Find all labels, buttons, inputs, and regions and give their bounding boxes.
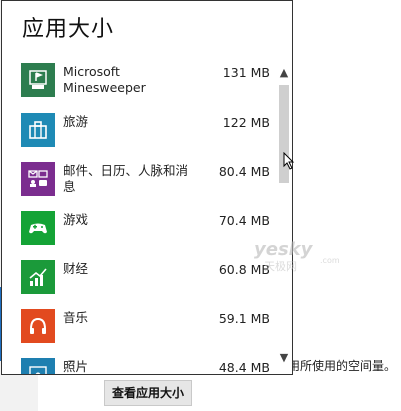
app-size: 48.4 MB [218, 360, 270, 375]
view-app-sizes-button[interactable]: 查看应用大小 [104, 380, 192, 406]
scroll-down-arrow-icon[interactable]: ▼ [276, 350, 292, 366]
minesweeper-tile [21, 63, 55, 97]
vertical-scrollbar[interactable]: ▲ ▼ [276, 63, 292, 368]
app-row-mail-calendar-people-messaging[interactable]: 邮件、日历、人脉和消息 80.4 MB [2, 162, 276, 202]
travel-tile [21, 113, 55, 147]
app-row-travel[interactable]: 旅游 122 MB [2, 113, 276, 153]
watermark-suffix: .com [320, 256, 340, 265]
mouse-pointer-icon [283, 152, 295, 170]
app-name: 照片 [63, 359, 89, 374]
app-size: 70.4 MB [218, 213, 270, 228]
app-sizes-flyout: 应用大小 Microsoft Minesweeper 131 MB 旅游 122… [1, 0, 293, 375]
yesky-watermark: yesky 天极网 .com [250, 235, 350, 275]
app-size: 80.4 MB [218, 164, 270, 179]
app-name: Microsoft Minesweeper [63, 64, 146, 95]
game-controller-icon [29, 223, 47, 234]
app-name: 游戏 [63, 212, 89, 227]
app-size: 122 MB [222, 115, 270, 130]
app-name: 旅游 [63, 114, 89, 129]
mail-calendar-icon [28, 170, 48, 187]
games-tile [21, 211, 55, 245]
app-row-games[interactable]: 游戏 70.4 MB [2, 211, 276, 251]
app-name: 邮件、日历、人脉和消息 [63, 163, 189, 194]
finance-tile [21, 260, 55, 294]
app-size: 131 MB [222, 65, 270, 80]
watermark-text: yesky [254, 239, 314, 260]
finance-chart-icon [29, 268, 47, 286]
background-description: 用所使用的空间量。 [288, 359, 397, 373]
app-size: 59.1 MB [218, 311, 270, 326]
app-row-photos[interactable]: 照片 48.4 MB [2, 358, 276, 375]
headphones-icon [30, 317, 46, 334]
photos-tile [21, 358, 55, 374]
suitcase-icon [29, 121, 47, 139]
minesweeper-flag-icon [29, 70, 47, 89]
app-row-music[interactable]: 音乐 59.1 MB [2, 309, 276, 349]
photo-icon [29, 366, 47, 374]
app-name: 财经 [63, 261, 89, 276]
app-row-minesweeper[interactable]: Microsoft Minesweeper 131 MB [2, 63, 276, 103]
flyout-title: 应用大小 [22, 17, 115, 42]
app-row-finance[interactable]: 财经 60.8 MB [2, 260, 276, 300]
watermark-subtext: 天极网 [264, 259, 297, 273]
watermark-logo-icon: yesky 天极网 .com [254, 239, 340, 273]
mail-calendar-tile [21, 162, 55, 196]
music-tile [21, 309, 55, 343]
app-name: 音乐 [63, 310, 89, 325]
scroll-up-arrow-icon[interactable]: ▲ [276, 65, 292, 81]
